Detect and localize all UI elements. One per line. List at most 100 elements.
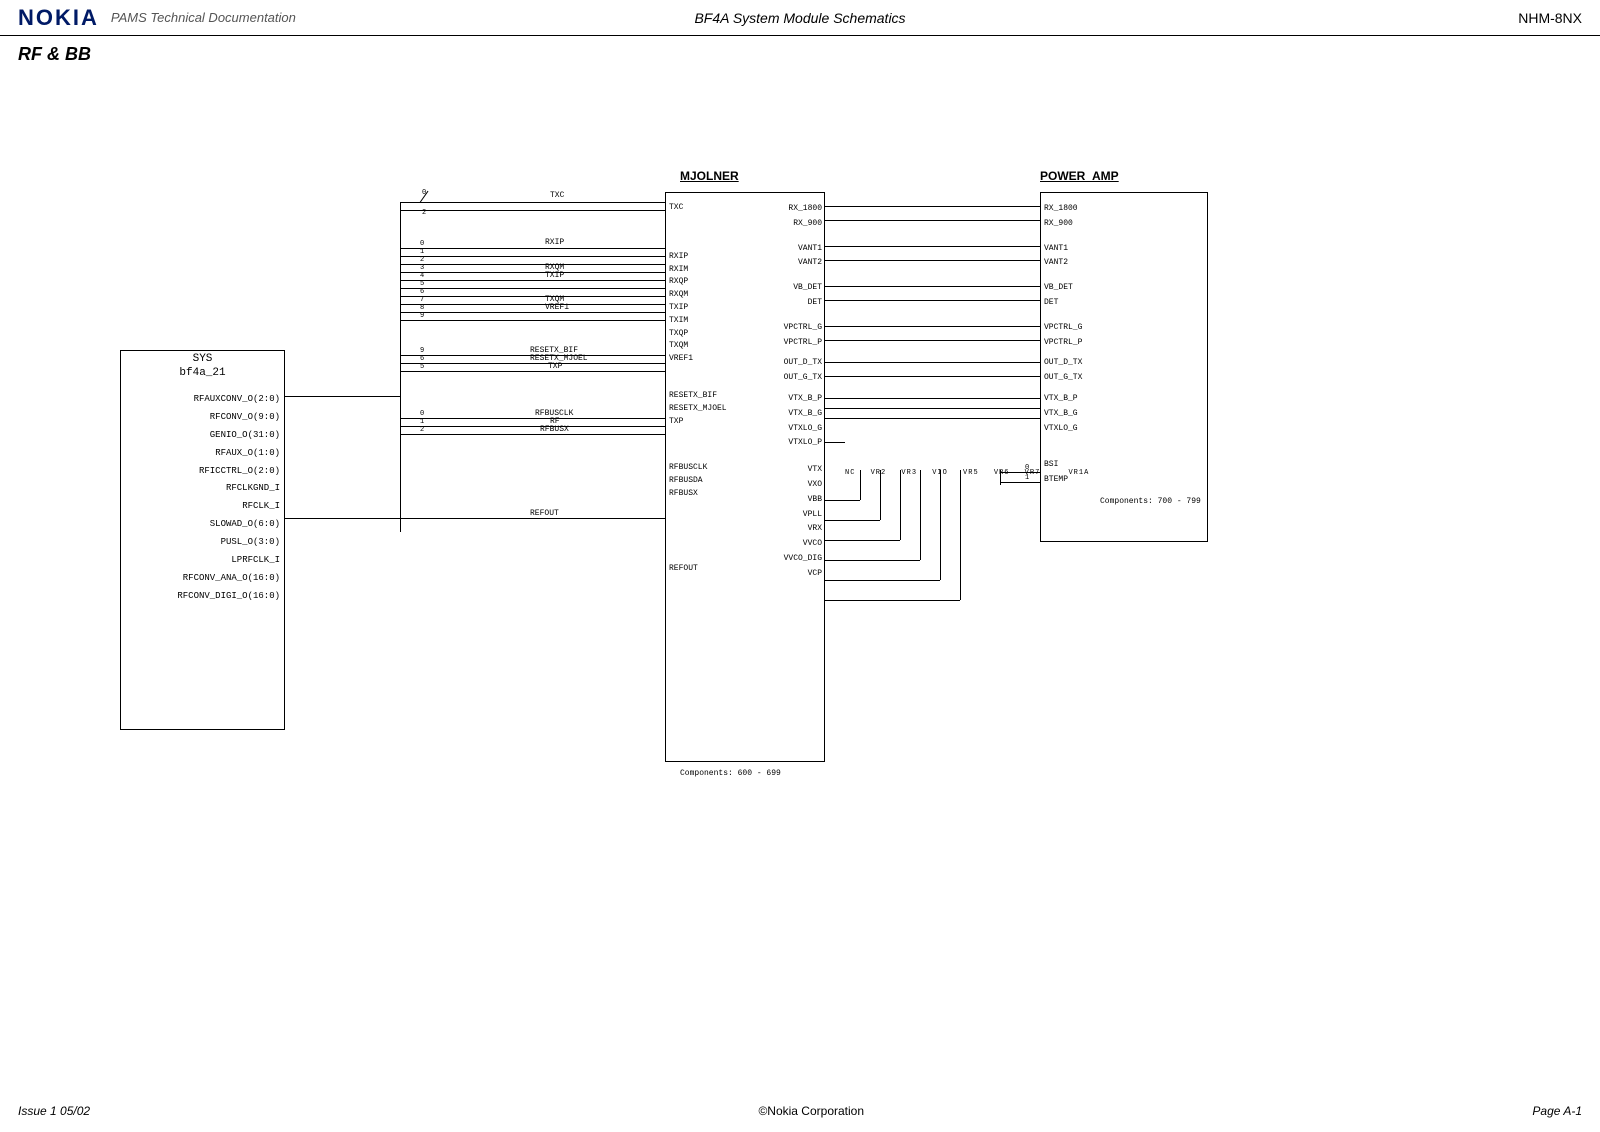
sys-port: RFCLKGND_I (177, 480, 280, 498)
sys-port: RFCONV_DIGI_O(16:0) (177, 588, 280, 606)
pa-pin: RX_1800 (1044, 202, 1082, 217)
wire (900, 470, 901, 540)
vr-label: VR3 (901, 469, 917, 477)
power-amp-left-labels: RX_1800 RX_900 VANT1 VANT2 VB_DET DET VP… (1044, 202, 1082, 488)
sys-title-line1: SYS (121, 351, 284, 365)
vr-label: VR6 (994, 469, 1010, 477)
vr-label: NC (845, 469, 855, 477)
wire (825, 580, 940, 581)
mj-pin: TXC (669, 202, 727, 215)
wire (400, 264, 665, 265)
mj-pin: VB_DET (772, 281, 822, 296)
nokia-logo: NOKIA (18, 5, 99, 31)
wire (825, 560, 920, 561)
wire (400, 248, 665, 249)
wire (1000, 482, 1040, 483)
copyright: ©Nokia Corporation (758, 1104, 864, 1118)
mj-pin: TXIM (669, 315, 727, 328)
issue-date: Issue 1 05/02 (18, 1104, 90, 1118)
wire (940, 470, 941, 580)
mj-pin: RFBUSX (669, 488, 727, 501)
mj-pin: TXP (669, 416, 727, 429)
mj-pin: VPCTRL_P (772, 336, 822, 351)
pa-pin: DET (1044, 296, 1082, 311)
sys-port-list: RFAUXCONV_O(2:0) RFCONV_O(9:0) GENIO_O(3… (177, 391, 280, 606)
pa-pin: OUT_G_TX (1044, 371, 1082, 386)
pa-pin: VTX_B_P (1044, 392, 1082, 407)
mj-pin: RXQP (669, 276, 727, 289)
wire (825, 326, 1040, 327)
vr-label: VR5 (963, 469, 979, 477)
mj-pin: VPLL (772, 508, 822, 523)
sys-port: RFAUX_O(1:0) (177, 445, 280, 463)
wire (400, 426, 665, 427)
mj-pin: VTXLO_P (772, 436, 822, 451)
wire (825, 362, 1040, 363)
power-amp-title: POWER_AMP (1040, 170, 1119, 182)
wire (400, 272, 665, 273)
wire (825, 340, 1040, 341)
vr-label: VR7 (1025, 469, 1041, 477)
mj-pin: RFBUSDA (669, 475, 727, 488)
pa-pin: VPCTRL_P (1044, 336, 1082, 351)
mjolner-title: MJOLNER (680, 170, 739, 182)
mj-pin: RXIM (669, 264, 727, 277)
sys-port: RFICCTRL_O(2:0) (177, 463, 280, 481)
mjolner-left-labels: TXC RXIP RXIM RXQP RXQM TXIP TXIM TXQP T… (669, 202, 727, 576)
mj-pin: VANT2 (772, 256, 822, 271)
wire (825, 500, 860, 501)
mj-pin: RXIP (669, 251, 727, 264)
bus-num: 5 (420, 364, 424, 372)
mj-pin: RX_900 (772, 217, 822, 232)
wire (825, 220, 1040, 221)
wire (920, 470, 921, 560)
pa-pin: VANT1 (1044, 242, 1082, 257)
model-code: NHM-8NX (1518, 10, 1582, 26)
wire (825, 246, 1040, 247)
wire (825, 418, 1040, 419)
wire (825, 520, 880, 521)
sys-block: SYS bf4a_21 RFAUXCONV_O(2:0) RFCONV_O(9:… (120, 350, 285, 730)
sys-port: RFCLK_I (177, 498, 280, 516)
sys-port: RFCONV_O(9:0) (177, 409, 280, 427)
wire (285, 396, 400, 397)
wire (825, 260, 1040, 261)
sys-port: RFCONV_ANA_O(16:0) (177, 570, 280, 588)
schematic-canvas: MJOLNER POWER_AMP SYS bf4a_21 RFAUXCONV_… (120, 150, 1480, 870)
wire (825, 398, 1040, 399)
vr-labels: NC VR2 VR3 VIO VR5 VR6 VR7 VR1A (840, 470, 1094, 478)
wire (825, 206, 1040, 207)
wire (825, 408, 1040, 409)
pa-pin: VANT2 (1044, 256, 1082, 271)
wire (825, 286, 1040, 287)
net-label: RXIP (545, 239, 564, 248)
mj-pin: VTX_B_P (772, 392, 822, 407)
wire (825, 600, 960, 601)
mj-pin: VREF1 (669, 353, 727, 366)
mj-pin: TXQM (669, 340, 727, 353)
mj-pin: VCP (772, 567, 822, 582)
wire (400, 434, 665, 435)
mjolner-right-labels: RX_1800 RX_900 VANT1 VANT2 VB_DET DET VP… (772, 202, 822, 582)
bus-num: 9 (420, 313, 424, 321)
mj-pin: VANT1 (772, 242, 822, 257)
pa-pin: VTX_B_G (1044, 407, 1082, 422)
components-note-700: Components: 700 - 799 (1100, 498, 1201, 507)
mj-pin: VBB (772, 493, 822, 508)
mj-pin: DET (772, 296, 822, 311)
mj-pin: RX_1800 (772, 202, 822, 217)
sys-port: RFAUXCONV_O(2:0) (177, 391, 280, 409)
mj-pin: VVCO_DIG (772, 552, 822, 567)
wire (400, 371, 665, 372)
mj-pin: TXIP (669, 302, 727, 315)
vr-label: VIO (932, 469, 948, 477)
net-label: TXC (550, 192, 564, 201)
mj-pin: RESETX_MJOEL (669, 403, 727, 416)
pams-subtitle: PAMS Technical Documentation (111, 10, 296, 25)
wire (825, 300, 1040, 301)
page-number: Page A-1 (1532, 1104, 1582, 1118)
wire (960, 470, 961, 600)
wire (400, 202, 401, 532)
mj-pin: VRX (772, 522, 822, 537)
mj-pin: VTX_B_G (772, 407, 822, 422)
